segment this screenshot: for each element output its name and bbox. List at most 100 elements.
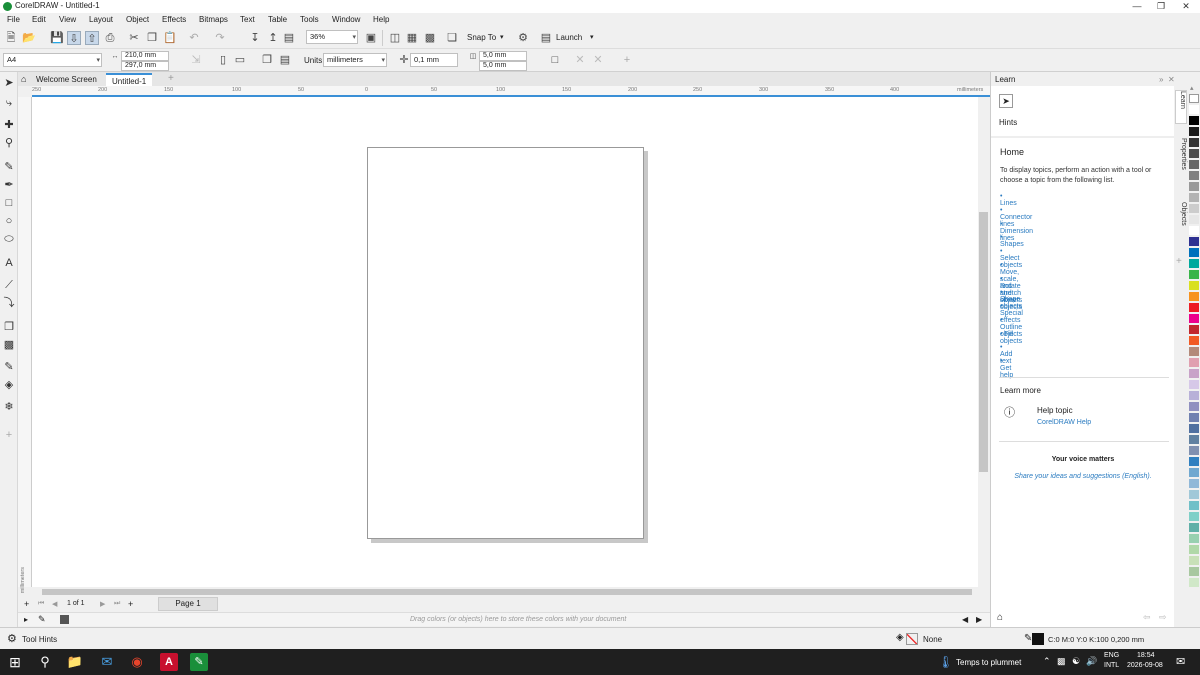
weather-text[interactable]: Temps to plummet bbox=[956, 658, 1021, 667]
polygon-tool-icon[interactable]: ⬭ bbox=[2, 232, 16, 246]
color-swatch[interactable] bbox=[60, 615, 69, 624]
cut-icon[interactable]: ✂ bbox=[127, 31, 141, 45]
menu-layout[interactable]: Layout bbox=[89, 15, 113, 24]
scroll-left-icon[interactable]: ◀ bbox=[962, 615, 968, 624]
menu-file[interactable]: File bbox=[7, 15, 20, 24]
duplicate-y-field[interactable]: 5,0 mm bbox=[479, 61, 527, 71]
color-swatch[interactable] bbox=[1189, 127, 1199, 136]
color-swatch[interactable] bbox=[1189, 325, 1199, 334]
color-swatch[interactable] bbox=[1189, 303, 1199, 312]
orientation-icon[interactable]: ⇲ bbox=[189, 53, 203, 67]
menu-window[interactable]: Window bbox=[332, 15, 360, 24]
show-guidelines-icon[interactable]: ▩ bbox=[423, 31, 437, 45]
coreldraw-taskbar-icon[interactable]: ✎ bbox=[190, 653, 208, 671]
save-icon[interactable]: 💾 bbox=[50, 31, 64, 45]
search-icon[interactable]: ⚲ bbox=[36, 653, 54, 671]
mail-icon[interactable]: ✉ bbox=[98, 653, 116, 671]
topic-link[interactable]: • Shapes bbox=[1000, 234, 1024, 248]
new-document-icon[interactable]: 🗎 bbox=[4, 31, 18, 45]
network-icon[interactable]: ▩ bbox=[1057, 656, 1066, 667]
color-swatch[interactable] bbox=[1189, 369, 1199, 378]
outline-color-swatch[interactable] bbox=[1032, 633, 1044, 645]
snap-to-icon[interactable]: ❏ bbox=[445, 31, 459, 45]
shape-tool-icon[interactable]: ⤷ bbox=[2, 96, 16, 110]
crop-tool-icon[interactable]: ✚ bbox=[2, 118, 16, 132]
color-swatch[interactable] bbox=[1189, 171, 1199, 180]
vertical-ruler[interactable]: millimeters bbox=[18, 97, 32, 593]
color-swatch[interactable] bbox=[1189, 226, 1199, 235]
copy-icon[interactable]: ❐ bbox=[145, 31, 159, 45]
color-swatch[interactable] bbox=[1189, 248, 1199, 257]
clock-date[interactable]: 2026-09-08 bbox=[1127, 662, 1163, 669]
color-swatch[interactable] bbox=[1189, 336, 1199, 345]
scrollbar-thumb[interactable] bbox=[42, 589, 972, 595]
zoom-to-page-icon[interactable]: ▣ bbox=[364, 31, 378, 45]
pdf-icon[interactable]: ▤ bbox=[282, 31, 296, 45]
wifi-icon[interactable]: ☯ bbox=[1072, 656, 1080, 667]
chevron-down-icon[interactable]: ▾ bbox=[500, 33, 504, 41]
menu-effects[interactable]: Effects bbox=[162, 15, 186, 24]
transparency-tool-icon[interactable]: ▩ bbox=[2, 338, 16, 352]
color-swatch[interactable] bbox=[1189, 380, 1199, 389]
landscape-icon[interactable]: ▭ bbox=[233, 53, 247, 67]
color-swatch[interactable] bbox=[1189, 193, 1199, 202]
page-tab[interactable]: Page 1 bbox=[158, 597, 218, 611]
no-fill-swatch[interactable] bbox=[906, 633, 918, 645]
color-swatch[interactable] bbox=[1189, 567, 1199, 576]
print-icon[interactable]: ⎙ bbox=[103, 31, 117, 45]
undo-icon[interactable]: ↶ bbox=[187, 31, 201, 45]
clock-time[interactable]: 18:54 bbox=[1137, 652, 1155, 659]
page-height-field[interactable]: 297,0 mm bbox=[121, 61, 169, 71]
publish-icon[interactable]: ↥ bbox=[266, 31, 280, 45]
no-color-swatch[interactable] bbox=[1189, 94, 1199, 103]
current-page-icon[interactable]: ▤ bbox=[278, 53, 292, 67]
add-page-after-icon[interactable]: + bbox=[128, 599, 133, 609]
artistic-media-tool-icon[interactable]: ✒ bbox=[2, 178, 16, 192]
color-swatch[interactable] bbox=[1189, 270, 1199, 279]
menu-view[interactable]: View bbox=[59, 15, 76, 24]
zoom-tool-icon[interactable]: ⚲ bbox=[2, 136, 16, 150]
close-icon[interactable]: ✕ bbox=[1168, 75, 1175, 84]
menu-help[interactable]: Help bbox=[373, 15, 389, 24]
keyboard-layout[interactable]: INTL bbox=[1104, 662, 1119, 669]
horizontal-scrollbar[interactable] bbox=[32, 587, 978, 597]
app-icon[interactable]: A bbox=[160, 653, 178, 671]
redo-icon[interactable]: ↷ bbox=[213, 31, 227, 45]
snap-to-dropdown[interactable]: Snap To bbox=[467, 33, 496, 42]
color-swatch[interactable] bbox=[1189, 138, 1199, 147]
color-swatch[interactable] bbox=[1189, 204, 1199, 213]
first-page-icon[interactable]: ⏮ bbox=[38, 600, 44, 608]
tab-properties[interactable]: Properties bbox=[1175, 138, 1187, 184]
color-swatch[interactable] bbox=[1189, 523, 1199, 532]
document-page[interactable] bbox=[367, 147, 644, 539]
windows-start-icon[interactable]: ⊞ bbox=[6, 653, 24, 671]
add-tool-icon[interactable]: + bbox=[2, 428, 16, 442]
parallel-dimension-tool-icon[interactable]: ⟋ bbox=[2, 278, 16, 292]
close-button[interactable]: ✕ bbox=[1175, 0, 1197, 13]
interactive-fill-tool-icon[interactable]: ◈ bbox=[2, 378, 16, 392]
portrait-icon[interactable]: ▯ bbox=[216, 53, 230, 67]
eyedropper-tool-icon[interactable]: ✎ bbox=[2, 360, 16, 374]
color-swatch[interactable] bbox=[1189, 479, 1199, 488]
add-icon[interactable]: + bbox=[620, 53, 634, 67]
scrollbar-thumb[interactable] bbox=[979, 212, 988, 472]
smart-fill-tool-icon[interactable]: ❄ bbox=[2, 400, 16, 414]
menu-object[interactable]: Object bbox=[126, 15, 149, 24]
color-swatch[interactable] bbox=[1189, 391, 1199, 400]
paste-icon[interactable]: 📋 bbox=[163, 31, 177, 45]
search-content-icon[interactable]: ↧ bbox=[248, 31, 262, 45]
palette-scroll-up-icon[interactable]: ▴ bbox=[1190, 84, 1194, 92]
color-swatch[interactable] bbox=[1189, 402, 1199, 411]
tab-learn[interactable]: Learn bbox=[1175, 90, 1187, 124]
export-icon[interactable]: ⇧ bbox=[85, 31, 99, 45]
forward-icon[interactable]: ⇨ bbox=[1159, 612, 1167, 623]
topic-link[interactable]: • Fill objects bbox=[1000, 331, 1022, 345]
text-tool-icon[interactable]: A bbox=[2, 256, 16, 270]
horizontal-ruler[interactable]: 250 200 150 100 50 0 50 100 150 200 250 … bbox=[32, 86, 990, 97]
language-code[interactable]: ENG bbox=[1104, 652, 1119, 659]
full-screen-icon[interactable]: ◫ bbox=[388, 31, 402, 45]
menu-edit[interactable]: Edit bbox=[32, 15, 46, 24]
gear-icon[interactable]: ⚙ bbox=[7, 632, 17, 645]
zoom-level-field[interactable]: 36% ▾ bbox=[306, 30, 358, 44]
color-swatch[interactable] bbox=[1189, 534, 1199, 543]
